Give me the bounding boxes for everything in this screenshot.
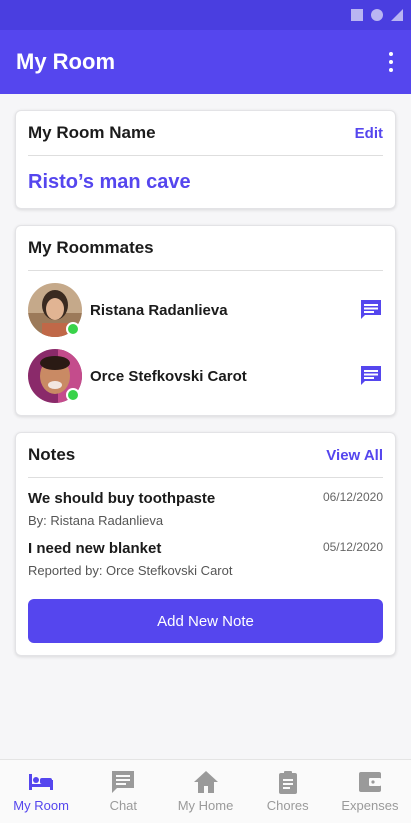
message-icon[interactable]: [359, 364, 383, 388]
room-name-card-title: My Room Name: [28, 123, 156, 142]
message-icon[interactable]: [359, 298, 383, 322]
nav-label: My Room: [13, 798, 69, 813]
roommates-card: My Roommates Ristana Radanlieva Orce Ste…: [15, 225, 396, 416]
nav-item-chores[interactable]: Chores: [247, 760, 329, 823]
nav-label: Chat: [109, 798, 138, 813]
avatar: [28, 349, 82, 403]
online-status-dot: [66, 388, 80, 402]
note-item[interactable]: I need new blanket 05/12/2020 Reported b…: [28, 528, 383, 578]
notes-card: Notes View All We should buy toothpaste …: [15, 432, 396, 656]
signal-icon: [351, 9, 363, 21]
chat-icon: [112, 771, 135, 793]
nav-label: Chores: [266, 798, 309, 813]
roommates-card-title: My Roommates: [28, 238, 154, 257]
wallet-icon: [358, 772, 381, 792]
roommate-name: Ristana Radanlieva: [90, 301, 228, 319]
app-bar: My Room: [0, 30, 411, 94]
more-vert-icon[interactable]: [387, 48, 395, 76]
add-new-note-button[interactable]: Add New Note: [28, 599, 383, 643]
roommates-card-header: My Roommates: [28, 238, 383, 271]
note-title: We should buy toothpaste: [28, 490, 216, 507]
room-name: Risto’s man cave: [28, 171, 191, 193]
roommate-item[interactable]: Ristana Radanlieva: [28, 271, 383, 337]
note-byline: Reported by: Orce Stefkovski Carot: [28, 563, 233, 578]
main-content: My Room Name Edit Risto’s man cave My Ro…: [0, 94, 411, 759]
nav-item-my-room[interactable]: My Room: [0, 760, 82, 823]
nav-label: My Home: [177, 798, 234, 813]
nav-item-my-home[interactable]: My Home: [164, 760, 246, 823]
note-item[interactable]: We should buy toothpaste 06/12/2020 By: …: [28, 478, 383, 528]
room-name-card-header: My Room Name Edit: [28, 123, 383, 156]
bed-icon: [29, 774, 54, 790]
nav-label: Expenses: [341, 798, 399, 813]
note-title: I need new blanket: [28, 540, 162, 557]
edit-room-name-button[interactable]: Edit: [355, 125, 383, 142]
battery-icon: [391, 9, 403, 21]
page-title: My Room: [16, 49, 115, 74]
view-all-notes-button[interactable]: View All: [326, 447, 383, 464]
note-date: 05/12/2020: [322, 540, 383, 554]
roommate-name: Orce Stefkovski Carot: [90, 367, 247, 385]
nav-item-expenses[interactable]: Expenses: [329, 760, 411, 823]
notes-card-header: Notes View All: [28, 445, 383, 478]
nav-item-chat[interactable]: Chat: [82, 760, 164, 823]
online-status-dot: [66, 322, 80, 336]
room-name-card: My Room Name Edit Risto’s man cave: [15, 110, 396, 209]
note-date: 06/12/2020: [322, 490, 383, 504]
notes-card-title: Notes: [28, 445, 76, 464]
clipboard-icon: [278, 771, 297, 794]
bottom-navigation: My Room Chat My Home Chores Expenses: [0, 759, 411, 823]
avatar: [28, 283, 82, 337]
note-byline: By: Ristana Radanlieva: [28, 513, 164, 528]
home-icon: [193, 771, 218, 793]
roommate-item[interactable]: Orce Stefkovski Carot: [28, 337, 383, 403]
wifi-icon: [371, 9, 383, 21]
status-bar: [0, 0, 411, 30]
